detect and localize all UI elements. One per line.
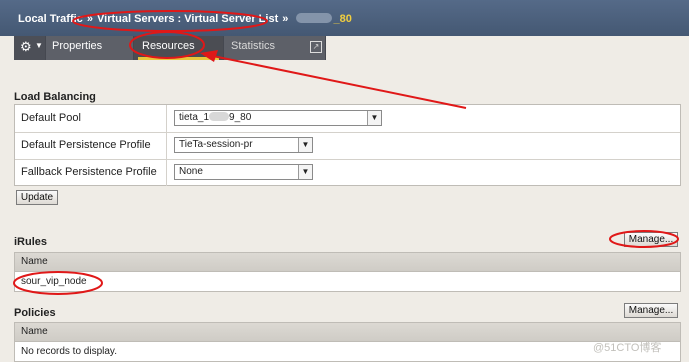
annotation-arrow-head	[200, 50, 218, 62]
annotation-arrow-line	[207, 54, 467, 109]
annotation-ellipse-irules-manage	[609, 230, 679, 248]
annotation-overlay	[13, 10, 679, 295]
annotation-ellipse-breadcrumb	[72, 10, 268, 32]
annotation-ellipse-irule-name	[13, 271, 103, 295]
annotation-ellipse-resources-tab	[129, 31, 205, 59]
